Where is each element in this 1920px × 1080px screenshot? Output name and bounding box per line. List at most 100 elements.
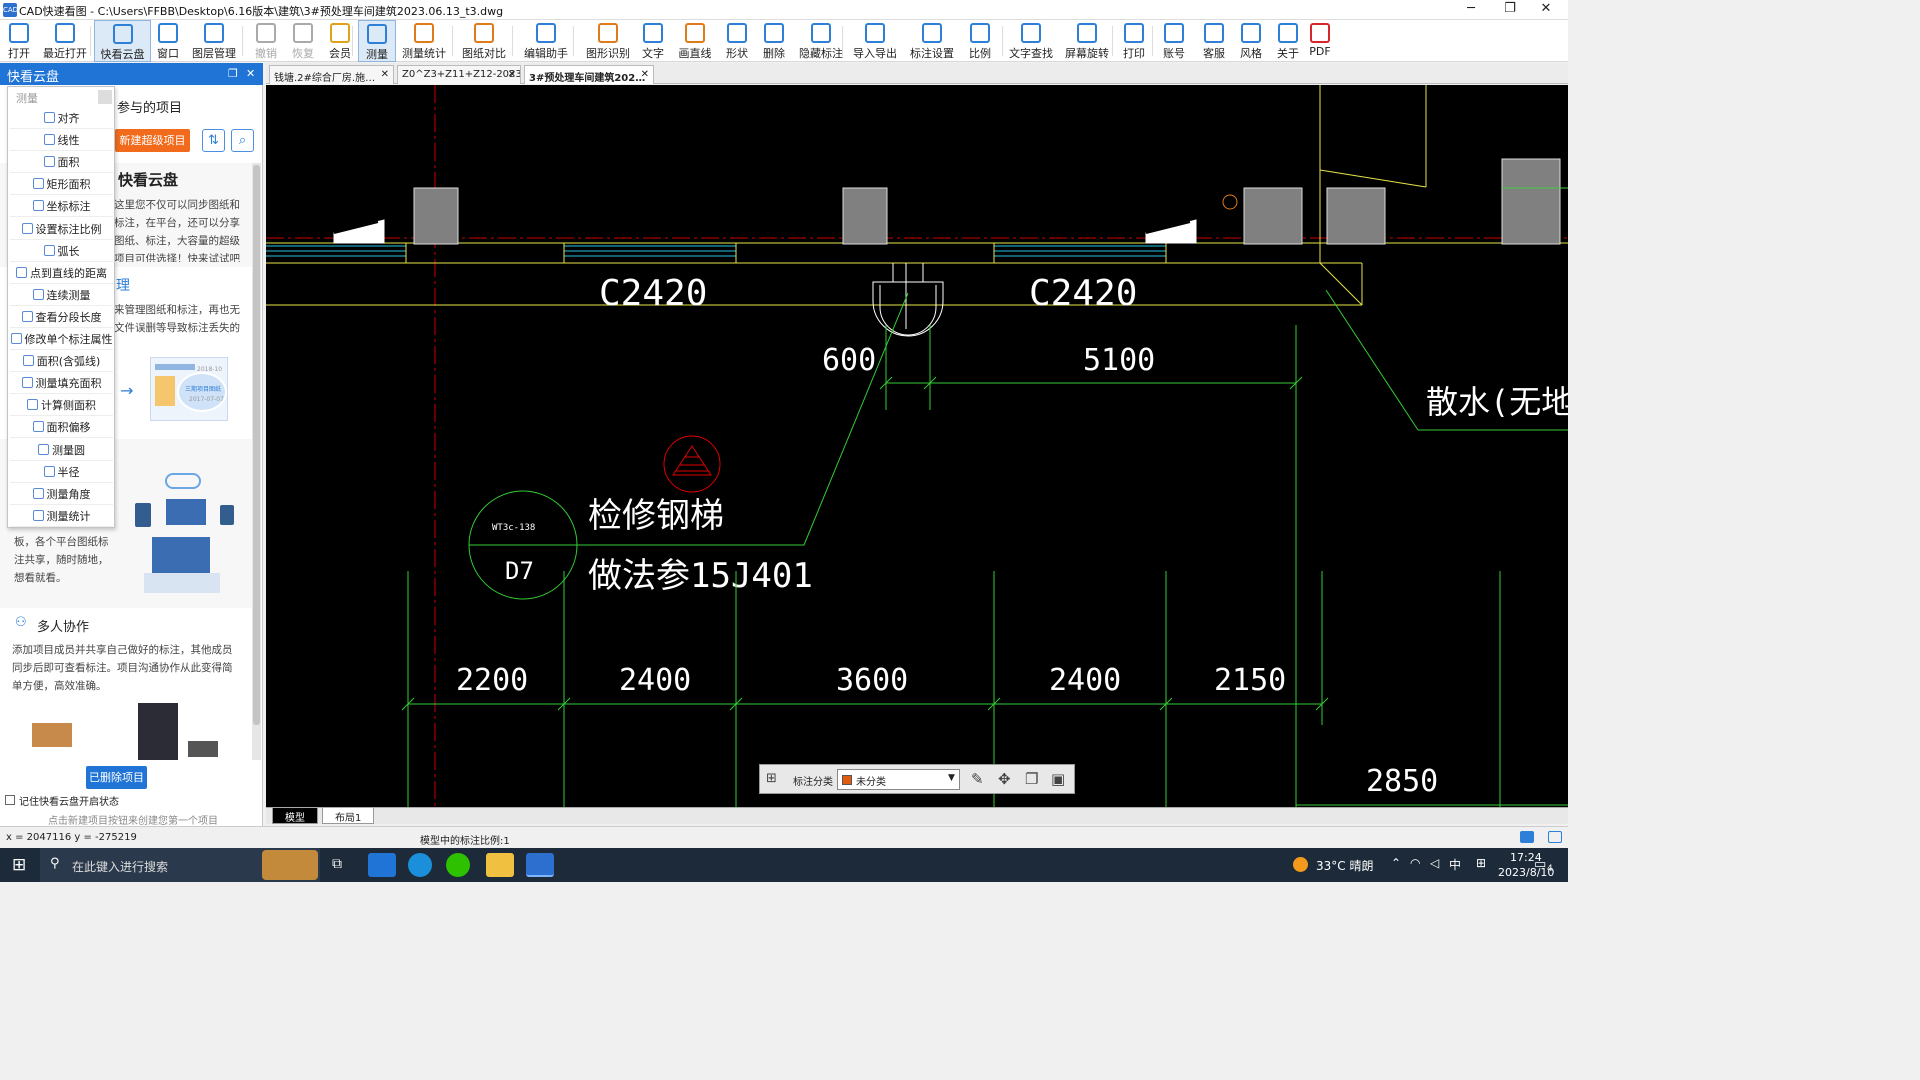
toolbar-button-cloud[interactable]: 快看云盘 <box>94 20 151 62</box>
panel-restore-icon[interactable]: ❐ <box>228 67 238 80</box>
toolbar-button-account[interactable]: 账号 <box>1156 20 1192 62</box>
document-tab[interactable]: Z0^Z3+Z11+Z12-20230…✕ <box>397 65 521 84</box>
close-button[interactable]: ✕ <box>1523 0 1569 20</box>
sync-icon[interactable]: ⇅ <box>202 129 225 152</box>
toolbar-button-undo[interactable]: 撤销 <box>248 20 284 62</box>
measure-menu-item[interactable]: 坐标标注 <box>10 197 113 218</box>
taskbar-app-edge-icon[interactable] <box>408 853 432 877</box>
annotation-category-select[interactable]: 未分类 ▼ <box>837 769 960 790</box>
toolbar-button-rotate[interactable]: 屏幕旋转 <box>1060 20 1114 62</box>
taskbar-app-wechat-icon[interactable] <box>446 853 470 877</box>
taskbar-app-explorer-icon[interactable] <box>486 853 514 877</box>
measure-menu-item[interactable]: 设置标注比例 <box>10 220 113 240</box>
tab-close-icon[interactable]: ✕ <box>508 69 516 80</box>
measure-menu-item[interactable]: 测量角度 <box>10 485 113 505</box>
cloud-section-title: 快看云盘 <box>118 171 179 189</box>
measure-menu-item[interactable]: 面积偏移 <box>10 418 113 439</box>
remember-label: 记住快看云盘开启状态 <box>19 797 119 808</box>
measure-menu-item[interactable]: 连续测量 <box>10 286 113 306</box>
toolbar-separator <box>1112 26 1113 56</box>
manage-section-title: 理 <box>116 278 130 294</box>
column-block <box>842 187 888 245</box>
notification-icon[interactable]: ▭ <box>1534 857 1546 872</box>
paste-icon[interactable]: ▣ <box>1051 770 1065 788</box>
task-view-icon[interactable]: ⧉ <box>332 856 342 872</box>
tab-model[interactable]: 模型 <box>272 808 318 824</box>
toolbar-button-stats[interactable]: 测量统计 <box>398 20 450 62</box>
measure-menu-item[interactable]: 测量圆 <box>10 441 113 461</box>
document-tab[interactable]: 钱塘.2#综合厂房.施… ✕ <box>269 65 394 84</box>
measure-menu-item[interactable]: 线性 <box>10 131 113 152</box>
toolbar-button-recognize[interactable]: 图形识别 <box>582 20 634 62</box>
measure-menu-item[interactable]: 矩形面积 <box>10 175 113 196</box>
cad-drawing-canvas[interactable]: C2420 C2420 600 5100 散水(无地 WT3c-138 D7 检… <box>266 85 1568 807</box>
weather-sun-icon <box>1293 857 1308 872</box>
toolbar-button-layers[interactable]: 图层管理 <box>188 20 240 62</box>
measure-menu-item[interactable]: 面积(含弧线) <box>10 352 113 373</box>
toolbar-button-print[interactable]: 打印 <box>1116 20 1152 62</box>
toolbar-button-headset[interactable]: 客服 <box>1196 20 1232 62</box>
ime-mode-icon[interactable]: ⊞ <box>1476 856 1486 870</box>
toolbar-button-pdf[interactable]: PDF <box>1306 20 1334 62</box>
measure-menu-item[interactable]: 测量填充面积 <box>10 374 113 395</box>
measure-menu-item[interactable]: 弧长 <box>10 242 113 262</box>
remember-checkbox[interactable] <box>5 795 15 805</box>
grid-apps-icon[interactable]: ⊞ <box>766 771 777 786</box>
document-tab[interactable]: 3#预处理车间建筑202… ✕ <box>524 65 654 84</box>
toolbar-separator <box>90 26 91 56</box>
ime-indicator[interactable]: 中 <box>1449 856 1461 873</box>
toolbar-button-line[interactable]: 画直线 <box>673 20 717 62</box>
taskbar-search-box[interactable]: ⚲ 在此键入进行搜索 <box>40 848 320 882</box>
toolbar-button-folder[interactable]: 打开 <box>1 20 37 62</box>
tab-layout1[interactable]: 布局1 <box>322 808 375 824</box>
toolbar-button-history[interactable]: 最近打开 <box>40 20 90 62</box>
copy-icon[interactable]: ❐ <box>1025 770 1038 788</box>
toolbar-button-text[interactable]: 文字 <box>634 20 672 62</box>
measure-menu-item[interactable]: 面积 <box>10 153 113 174</box>
measure-menu-item[interactable]: 半径 <box>10 463 113 483</box>
measure-menu-item[interactable]: 测量统计 <box>10 507 113 527</box>
move-icon[interactable]: ✥ <box>998 770 1011 788</box>
measure-menu-item[interactable]: 计算侧面积 <box>10 396 113 417</box>
note-reference: 做法参15J401 <box>588 556 813 596</box>
windows-start-icon[interactable]: ⊞ <box>12 855 26 875</box>
taskbar-app-feishu-icon[interactable] <box>368 853 396 877</box>
new-super-project-button[interactable]: 新建超级项目 <box>115 129 190 152</box>
panel-scrollbar[interactable] <box>252 163 261 760</box>
taskbar-app-cad-icon[interactable] <box>526 853 554 877</box>
volume-icon[interactable]: ◁ <box>1430 856 1439 870</box>
deleted-projects-button[interactable]: 已删除项目 <box>86 766 147 789</box>
toolbar-button-shape[interactable]: 形状 <box>719 20 755 62</box>
measure-menu-item[interactable]: 查看分段长度 <box>10 308 113 328</box>
edit-icon[interactable]: ✎ <box>971 770 984 788</box>
toolbar-button-compare[interactable]: 图纸对比 <box>458 20 510 62</box>
menu-close-icon[interactable] <box>98 90 112 104</box>
toolbar-button-settings[interactable]: 标注设置 <box>906 20 958 62</box>
search-icon[interactable]: ⌕ <box>231 129 254 152</box>
toolbar-button-eye[interactable]: 隐藏标注 <box>796 20 846 62</box>
project-card-name: 三期项目图纸 <box>185 386 222 393</box>
toolbar-button-eraser[interactable]: 删除 <box>756 20 792 62</box>
toolbar-button-measure[interactable]: 测量 <box>358 20 396 62</box>
tab-close-icon[interactable]: ✕ <box>641 69 649 80</box>
wifi-icon[interactable]: ◠ <box>1410 856 1420 870</box>
toolbar-button-window[interactable]: 窗口 <box>150 20 186 62</box>
toolbar-button-text-search[interactable]: 文字查找 <box>1004 20 1058 62</box>
toolbar-button-redo[interactable]: 恢复 <box>285 20 321 62</box>
measure-menu-item[interactable]: 修改单个标注属性 <box>10 330 113 350</box>
measure-menu-item-label: 面积偏移 <box>46 421 91 435</box>
measure-menu-item[interactable]: 对齐 <box>10 109 113 129</box>
annotation-scale-readout: 模型中的标注比例:1 <box>420 836 510 847</box>
measure-menu-item[interactable]: 点到直线的距离 <box>10 264 113 284</box>
tab-close-icon[interactable]: ✕ <box>381 69 389 80</box>
toolbar-button-style[interactable]: 风格 <box>1233 20 1269 62</box>
snap-toggle-icon[interactable] <box>1520 831 1534 843</box>
toolbar-button-scale[interactable]: 比例 <box>962 20 998 62</box>
toolbar-button-info[interactable]: 关于 <box>1270 20 1306 62</box>
weather-text[interactable]: 33°C 晴朗 <box>1316 857 1373 874</box>
toolbar-button-edit[interactable]: 编辑助手 <box>520 20 572 62</box>
panel-close-icon[interactable]: ✕ <box>246 67 255 80</box>
chevron-up-icon[interactable]: ⌃ <box>1391 856 1401 870</box>
fullscreen-icon[interactable] <box>1548 831 1562 843</box>
toolbar-button-import-export[interactable]: 导入导出 <box>850 20 900 62</box>
